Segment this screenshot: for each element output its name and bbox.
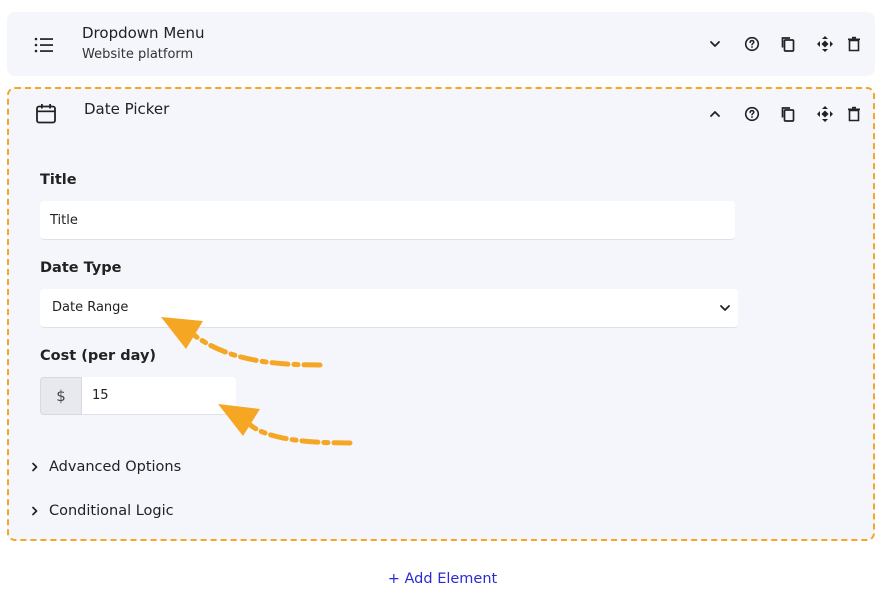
conditional-logic-toggle[interactable]: Conditional Logic (29, 503, 174, 519)
chevron-down-icon (718, 300, 732, 319)
title-input[interactable] (40, 201, 735, 240)
advanced-options-label: Advanced Options (49, 459, 182, 475)
dropdown-card-subtitle: Website platform (82, 47, 194, 62)
add-element-button[interactable]: + Add Element (0, 571, 885, 587)
copy-icon[interactable] (777, 103, 799, 125)
trash-icon[interactable] (843, 33, 865, 55)
currency-addon: $ (40, 377, 82, 415)
currency-symbol: $ (56, 387, 66, 405)
date-type-select[interactable]: Date Range (40, 289, 738, 328)
move-icon[interactable] (814, 33, 836, 55)
chevron-up-icon[interactable] (704, 103, 726, 125)
advanced-options-toggle[interactable]: Advanced Options (29, 459, 181, 475)
date-type-select-value: Date Range (52, 300, 129, 315)
calendar-icon (34, 102, 58, 126)
chevron-right-icon (32, 462, 38, 472)
date-picker-card: Date Picker Title Date Type Date Range C… (7, 87, 875, 541)
trash-icon[interactable] (843, 103, 865, 125)
list-icon (32, 33, 56, 57)
dropdown-card-title: Dropdown Menu (82, 24, 205, 42)
date-type-field-label: Date Type (40, 260, 122, 276)
cost-input[interactable] (82, 377, 236, 415)
conditional-logic-label: Conditional Logic (49, 503, 174, 519)
move-icon[interactable] (814, 103, 836, 125)
date-picker-card-title: Date Picker (84, 100, 170, 118)
help-icon[interactable] (741, 33, 763, 55)
dropdown-menu-card[interactable]: Dropdown Menu Website platform (7, 12, 875, 76)
chevron-down-icon[interactable] (704, 33, 726, 55)
cost-field-label: Cost (per day) (40, 348, 157, 364)
chevron-right-icon (32, 506, 38, 516)
title-field-label: Title (40, 172, 77, 188)
help-icon[interactable] (741, 103, 763, 125)
copy-icon[interactable] (777, 33, 799, 55)
